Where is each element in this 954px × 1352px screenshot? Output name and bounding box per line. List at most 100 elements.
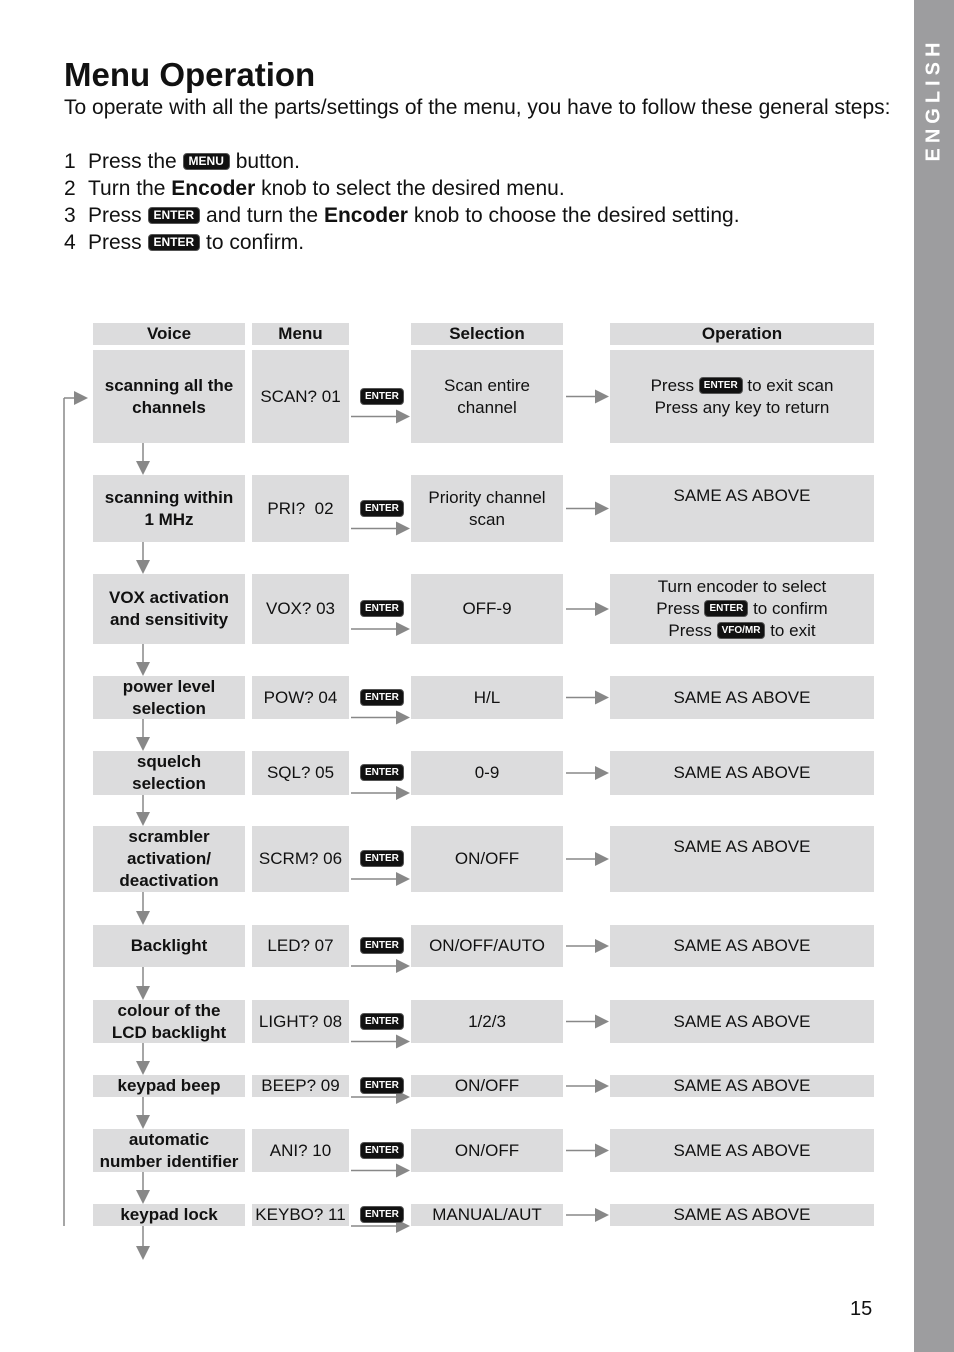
menu-cell: SCAN? 01 — [252, 350, 349, 443]
voice-cell: keypad beep — [93, 1075, 245, 1097]
enter-key-icon: ENTER — [360, 937, 404, 954]
voice-cell: keypad lock — [93, 1204, 245, 1226]
arrow-right-icon — [396, 786, 410, 800]
enter-key-icon: ENTER — [360, 1141, 404, 1159]
selection-cell: 1/2/3 — [411, 1000, 563, 1043]
menu-cell: SQL? 05 — [252, 751, 349, 795]
selection-cell: Scan entire channel — [411, 350, 563, 443]
operation-text: Press ENTER to exit scan Press any key to… — [650, 375, 834, 417]
menu-cell: SCRM? 06 — [252, 826, 349, 892]
operation-text: SAME AS ABOVE — [673, 1140, 811, 1160]
arrow-right-icon — [595, 690, 609, 705]
arrow-right-icon — [595, 1014, 609, 1029]
arrow-right-icon — [396, 1034, 410, 1049]
arrow-right-icon — [396, 622, 410, 636]
voice-cell: scanning within 1 MHz — [93, 475, 245, 542]
menu-cell: LIGHT? 08 — [252, 1000, 349, 1043]
selection-cell: ON/OFF — [411, 1075, 563, 1097]
header-selection: Selection — [411, 323, 563, 345]
vfo-mr-key-icon: VFO/MR — [716, 622, 766, 639]
enter-key-icon: ENTER — [360, 1012, 404, 1030]
enter-key-icon: ENTER — [360, 764, 404, 781]
selection-cell: MANUAL/AUT — [411, 1204, 563, 1226]
menu-cell: LED? 07 — [252, 925, 349, 967]
arrow-right-icon — [595, 766, 609, 780]
arrow-down-icon — [136, 662, 150, 676]
operation-cell: SAME AS ABOVE — [610, 925, 874, 967]
operation-cell: SAME AS ABOVE — [610, 1204, 874, 1226]
enter-key-icon: ENTER — [360, 499, 404, 517]
arrow-down-icon — [136, 1190, 150, 1204]
operation-text: SAME AS ABOVE — [673, 837, 811, 856]
arrow-down-icon — [136, 1246, 150, 1260]
enter-key-icon: ENTER — [704, 600, 749, 617]
page-number: 15 — [850, 1298, 873, 1320]
menu-cell: POW? 04 — [252, 676, 349, 719]
arrow-down-icon — [136, 560, 150, 574]
menu-cell: BEEP? 09 — [252, 1075, 349, 1097]
arrow-right-icon — [595, 1079, 609, 1093]
operation-text: SAME AS ABOVE — [673, 1011, 811, 1031]
arrow-down-icon — [136, 1115, 150, 1129]
selection-cell: 0-9 — [411, 751, 563, 795]
arrow-down-icon — [136, 737, 150, 751]
selection-cell: ON/OFF — [411, 1129, 563, 1172]
voice-cell: power level selection — [93, 676, 245, 719]
operation-cell: SAME AS ABOVE — [610, 1000, 874, 1043]
menu-cell: ANI? 10 — [252, 1129, 349, 1172]
arrow-down-icon — [136, 1061, 150, 1075]
arrow-right-icon — [595, 501, 609, 516]
voice-cell: colour of the LCD backlight — [93, 1000, 245, 1043]
voice-cell: scrambler activation/ deactivation — [93, 826, 245, 892]
arrow-right-icon — [396, 1163, 410, 1178]
selection-cell: OFF-9 — [411, 574, 563, 644]
operation-cell: SAME AS ABOVE — [610, 676, 874, 719]
arrow-down-icon — [136, 986, 150, 1000]
selection-cell: H/L — [411, 676, 563, 719]
menu-cell: VOX? 03 — [252, 574, 349, 644]
arrow-right-icon — [595, 602, 609, 616]
header-operation: Operation — [610, 323, 874, 345]
voice-cell: Backlight — [93, 925, 245, 967]
enter-key-icon: ENTER — [360, 1077, 404, 1094]
arrow-right-icon — [595, 389, 609, 404]
voice-cell: automatic number identifier — [93, 1129, 245, 1172]
operation-cell: SAME AS ABOVE — [610, 1129, 874, 1172]
arrow-right-icon — [595, 939, 609, 953]
arrow-right-icon — [595, 1143, 609, 1158]
operation-cell: SAME AS ABOVE — [610, 826, 874, 892]
operation-cell: SAME AS ABOVE — [610, 1075, 874, 1097]
operation-text: SAME AS ABOVE — [673, 1076, 811, 1095]
enter-key-icon: ENTER — [360, 850, 404, 867]
operation-text: SAME AS ABOVE — [673, 687, 811, 707]
voice-cell: scanning all the channels — [93, 350, 245, 443]
operation-text: Turn encoder to select Press ENTER to con… — [656, 577, 828, 640]
operation-cell: Press ENTER to exit scan Press any key to… — [610, 350, 874, 443]
voice-cell: VOX activation and sensitivity — [93, 574, 245, 644]
enter-key-icon: ENTER — [360, 600, 404, 617]
operation-text: SAME AS ABOVE — [673, 1205, 811, 1224]
operation-text: SAME AS ABOVE — [673, 486, 811, 505]
arrow-right-icon — [595, 1208, 609, 1222]
arrow-right-icon — [396, 872, 410, 886]
selection-cell: Priority channel scan — [411, 475, 563, 542]
selection-cell: ON/OFF — [411, 826, 563, 892]
arrow-right-icon — [396, 521, 410, 536]
arrow-right-icon — [396, 409, 410, 424]
arrow-down-icon — [136, 812, 150, 826]
menu-cell: PRI? 02 — [252, 475, 349, 542]
arrow-down-icon — [136, 911, 150, 925]
arrow-right-icon — [396, 710, 410, 725]
operation-text: SAME AS ABOVE — [673, 763, 811, 782]
header-voice: Voice — [93, 323, 245, 345]
header-menu: Menu — [252, 323, 349, 345]
arrow-down-icon — [136, 461, 150, 475]
arrow-right-icon — [396, 959, 410, 973]
enter-key-icon: ENTER — [360, 387, 404, 405]
voice-cell: squelch selection — [93, 751, 245, 795]
operation-cell: SAME AS ABOVE — [610, 751, 874, 795]
enter-key-icon: ENTER — [698, 376, 743, 394]
arrow-right-icon — [74, 391, 88, 405]
enter-key-icon: ENTER — [360, 1206, 404, 1223]
arrow-right-icon — [595, 852, 609, 866]
